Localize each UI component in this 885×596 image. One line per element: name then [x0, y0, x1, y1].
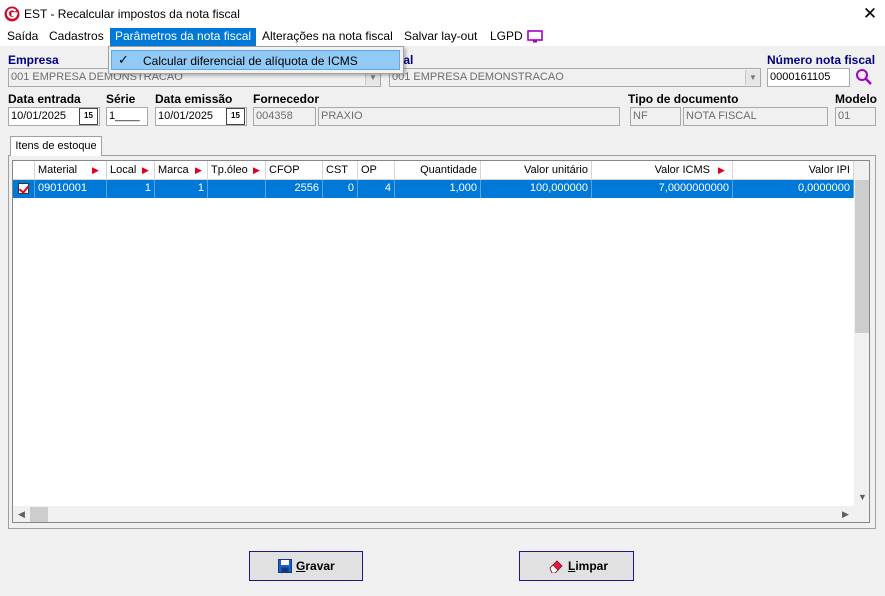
- window-title: EST - Recalcular impostos da nota fiscal: [24, 7, 240, 21]
- grid-header-tp-oleo[interactable]: Tp.óleo ▶: [208, 161, 266, 180]
- grid-cell-marca[interactable]: 1: [155, 180, 208, 198]
- data-entrada-label: Data entrada: [8, 92, 81, 106]
- data-emissao-value: 10/01/2025: [158, 110, 214, 122]
- numero-nota-label: Número nota fiscal: [767, 53, 876, 67]
- horizontal-scroll-thumb[interactable]: [30, 507, 48, 522]
- menu-salvar-layout[interactable]: Salvar lay-out: [399, 28, 482, 46]
- grid-header-cst[interactable]: CST: [323, 161, 358, 180]
- fornecedor-label: Fornecedor: [253, 92, 320, 106]
- grid-header-marca[interactable]: Marca ▶: [155, 161, 208, 180]
- checkmark-icon: ✓: [118, 52, 129, 67]
- scroll-right-icon[interactable]: ▶: [837, 506, 854, 522]
- grid-header-cfop[interactable]: CFOP: [266, 161, 323, 180]
- menu-cadastros[interactable]: Cadastros: [44, 28, 109, 46]
- gravar-label-rest: ravar: [305, 559, 335, 573]
- close-button[interactable]: ✕: [858, 3, 882, 25]
- parametros-dropdown-menu: ✓ Calcular diferencial de alíquota de IC…: [108, 46, 404, 74]
- menu-alteracoes-nota-fiscal[interactable]: Alterações na nota fiscal: [257, 28, 398, 46]
- app-logo-icon: [4, 6, 20, 22]
- grid-header-select: [13, 161, 35, 180]
- grid-header-op[interactable]: OP: [358, 161, 395, 180]
- grid-header-valor-icms[interactable]: Valor ICMS ▶: [592, 161, 733, 180]
- grid-cell-quantidade[interactable]: 1,000: [395, 180, 481, 198]
- grid-cell-local[interactable]: 1: [107, 180, 155, 198]
- limpar-label-rest: impar: [575, 559, 609, 573]
- grid-header-local[interactable]: Local ▶: [107, 161, 155, 180]
- items-grid: Material ▶ Local ▶ Marca ▶ Tp.óleo ▶ CFOP CS…: [12, 160, 870, 523]
- horizontal-scrollbar[interactable]: ◀ ▶: [13, 506, 854, 522]
- scrollbar-corner: [854, 506, 869, 522]
- modelo-field: 01: [835, 107, 876, 126]
- menu-lgpd[interactable]: LGPD: [485, 28, 528, 46]
- sort-arrow-icon: ▶: [718, 165, 725, 175]
- calendar-icon[interactable]: 15: [226, 108, 245, 125]
- sort-arrow-icon: ▶: [92, 165, 99, 175]
- serie-label: Série: [106, 92, 136, 106]
- grid-header-quantidade[interactable]: Quantidade: [395, 161, 481, 180]
- sort-arrow-icon: ▶: [142, 165, 149, 175]
- grid-cell-valor-unitario[interactable]: 100,000000: [481, 180, 592, 198]
- header-label: Material: [38, 164, 78, 176]
- scroll-down-icon[interactable]: ▼: [854, 489, 869, 506]
- monitor-icon[interactable]: [527, 30, 543, 43]
- fornecedor-name-field: PRAXIO: [318, 107, 620, 126]
- tipo-documento-name-field: NOTA FISCAL: [683, 107, 828, 126]
- grid-header-material[interactable]: Material ▶: [35, 161, 107, 180]
- header-label: Valor ICMS: [654, 164, 710, 176]
- row-checkbox[interactable]: [18, 183, 29, 194]
- chevron-down-icon[interactable]: ▼: [745, 70, 760, 85]
- grid-cell-op[interactable]: 4: [358, 180, 395, 198]
- gravar-label: Gravar: [296, 552, 335, 580]
- header-label: Tp.óleo: [211, 164, 248, 176]
- tab-itens-de-estoque[interactable]: Itens de estoque: [10, 136, 102, 156]
- grid-cell-material[interactable]: 09010001: [35, 180, 107, 198]
- grid-cell-tp-oleo[interactable]: [208, 180, 266, 198]
- filial-value: 001 EMPRESA DEMONSTRACAO: [392, 71, 564, 83]
- numero-nota-input[interactable]: 0000161105: [767, 68, 850, 87]
- menu-saida[interactable]: Saída: [2, 28, 43, 46]
- header-label: Local: [110, 164, 137, 176]
- tipo-documento-code-field: NF: [630, 107, 681, 126]
- calendar-icon[interactable]: 15: [79, 108, 98, 125]
- scroll-left-icon[interactable]: ◀: [13, 506, 30, 522]
- menu-parametros-nota-fiscal[interactable]: Parâmetros da nota fiscal: [110, 28, 257, 46]
- filial-combo[interactable]: 001 EMPRESA DEMONSTRACAO ▼: [389, 68, 761, 87]
- tipo-documento-label: Tipo de documento: [628, 92, 739, 106]
- gravar-mnemonic: G: [296, 559, 306, 573]
- data-entrada-value: 10/01/2025: [11, 110, 67, 122]
- floppy-disk-icon: [278, 559, 292, 573]
- gravar-button[interactable]: Gravar: [249, 551, 363, 581]
- empresa-label: Empresa: [8, 53, 59, 67]
- vertical-scroll-thumb[interactable]: [855, 180, 869, 333]
- header-label: Marca: [158, 164, 189, 176]
- grid-cell-valor-icms[interactable]: 7,0000000000: [592, 180, 733, 198]
- grid-cell-cfop[interactable]: 2556: [266, 180, 323, 198]
- sort-arrow-icon: ▶: [195, 165, 202, 175]
- eraser-icon: [549, 560, 563, 573]
- menu-item-label: Calcular diferencial de alíquota de ICMS: [143, 54, 358, 68]
- modelo-label: Modelo: [835, 92, 877, 106]
- grid-header-valor-unitario[interactable]: Valor unitário: [481, 161, 592, 180]
- grid-header-valor-ipi[interactable]: Valor IPI: [733, 161, 854, 180]
- vertical-scrollbar[interactable]: ▼: [854, 161, 869, 506]
- sort-arrow-icon: ▶: [253, 165, 260, 175]
- limpar-button[interactable]: Limpar: [519, 551, 634, 581]
- grid-cell-valor-ipi[interactable]: 0,0000000: [733, 180, 854, 198]
- menu-item-calcular-diferencial-aliquota-icms[interactable]: ✓ Calcular diferencial de alíquota de IC…: [111, 50, 400, 70]
- fornecedor-code-field: 004358: [253, 107, 316, 126]
- grid-cell-cst[interactable]: 0: [323, 180, 358, 198]
- limpar-label: Limpar: [568, 552, 608, 580]
- serie-input[interactable]: 1____: [106, 107, 148, 126]
- data-emissao-label: Data emissão: [155, 92, 233, 106]
- menu-bar: Saída Cadastros Parâmetros da nota fisca…: [0, 28, 885, 46]
- search-icon[interactable]: [855, 68, 873, 86]
